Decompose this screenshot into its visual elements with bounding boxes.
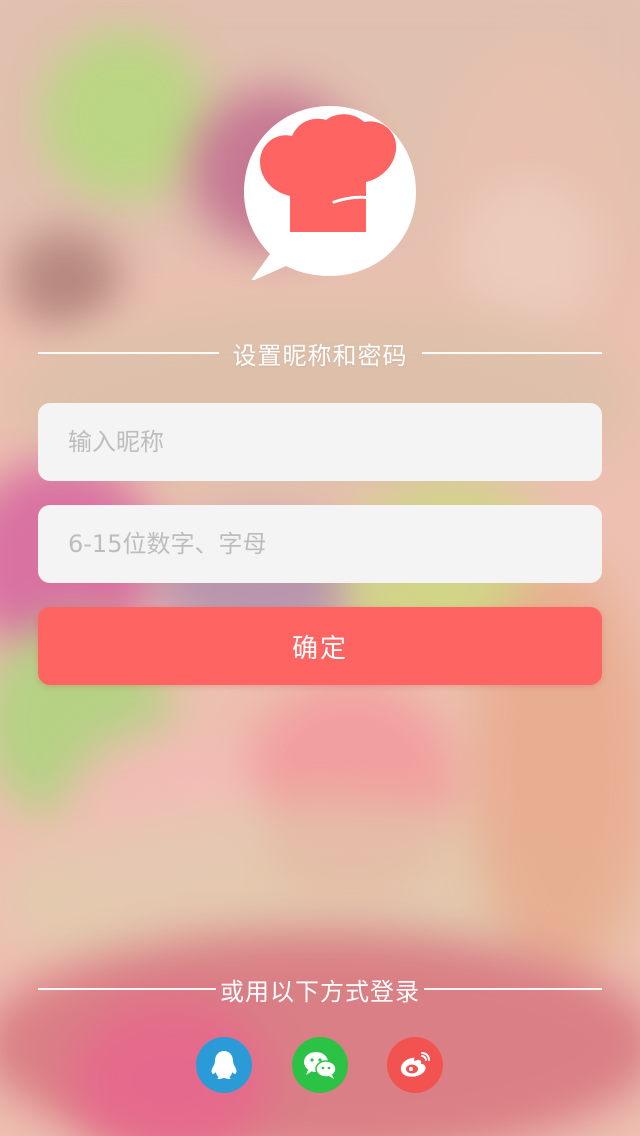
page-title: 设置昵称和密码 bbox=[232, 341, 408, 370]
chef-hat-icon bbox=[244, 106, 416, 280]
wechat-icon bbox=[304, 1052, 337, 1079]
weibo-icon bbox=[400, 1052, 430, 1077]
divider-left bbox=[38, 352, 219, 354]
nickname-input[interactable] bbox=[66, 427, 574, 457]
password-field[interactable] bbox=[38, 505, 602, 583]
divider-right bbox=[424, 988, 602, 990]
confirm-button[interactable]: 确定 bbox=[38, 607, 602, 685]
social-login-title: 或用以下方式登录 bbox=[220, 977, 420, 1006]
qq-login-button[interactable] bbox=[196, 1037, 252, 1093]
divider-right bbox=[421, 352, 602, 354]
social-login-buttons bbox=[0, 1037, 640, 1093]
app-logo bbox=[242, 104, 418, 280]
password-input[interactable] bbox=[66, 529, 574, 559]
qq-icon bbox=[211, 1051, 237, 1079]
weibo-login-button[interactable] bbox=[387, 1037, 443, 1093]
section-title: 设置昵称和密码 bbox=[38, 336, 602, 370]
nickname-field[interactable] bbox=[38, 403, 602, 481]
social-login-divider: 或用以下方式登录 bbox=[38, 972, 602, 1006]
wechat-login-button[interactable] bbox=[292, 1037, 348, 1093]
divider-left bbox=[38, 988, 216, 990]
